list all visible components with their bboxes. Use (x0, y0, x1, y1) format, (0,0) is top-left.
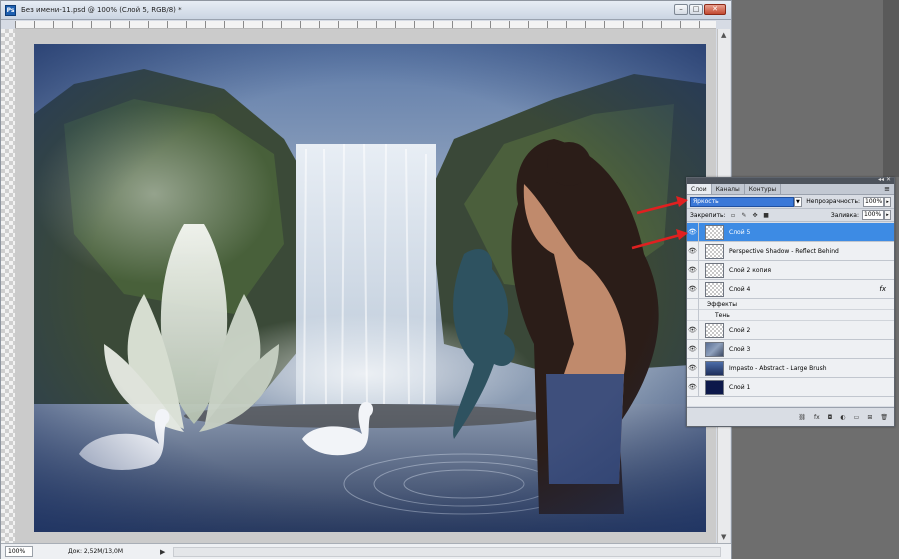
collapse-icon[interactable]: ◂◂ ✕ (878, 176, 891, 183)
layer-row[interactable]: 👁 Слой 2 копия (687, 260, 894, 280)
layer-name: Слой 2 копия (729, 266, 771, 274)
visibility-eye-icon[interactable]: 👁 (687, 260, 699, 280)
tab-layers[interactable]: Слои (687, 184, 712, 194)
maximize-icon: □ (692, 5, 700, 13)
add-style-icon[interactable]: fx (814, 414, 820, 421)
add-mask-icon[interactable]: ◘ (828, 414, 833, 421)
fill-slider-toggle[interactable]: ▸ (884, 210, 891, 220)
document-image[interactable] (34, 44, 706, 532)
adjustment-layer-icon[interactable]: ◐ (840, 414, 845, 421)
layer-thumbnail (705, 360, 724, 376)
status-menu-icon[interactable]: ▶ (160, 548, 165, 556)
effect-name: Тень (715, 311, 730, 319)
layers-panel-footer: ⛓ fx ◘ ◐ ▭ ⊞ 🗑 (687, 407, 894, 426)
minimize-button[interactable]: – (674, 4, 688, 15)
layer-row[interactable]: 👁 Слой 5 (687, 222, 894, 242)
layer-thumbnail (705, 341, 724, 357)
layer-row[interactable]: 👁 Слой 1 (687, 377, 894, 397)
delete-layer-icon[interactable]: 🗑 (880, 414, 888, 421)
layer-effects-icon[interactable]: fx (879, 285, 886, 293)
effects-row[interactable]: Эффекты (687, 298, 894, 310)
opacity-slider-toggle[interactable]: ▸ (884, 196, 891, 207)
visibility-eye-icon[interactable]: 👁 (687, 279, 699, 299)
visibility-eye-icon[interactable]: 👁 (687, 377, 699, 397)
close-button[interactable]: ✕ (704, 4, 726, 15)
visibility-eye-icon[interactable]: 👁 (687, 222, 699, 242)
layer-row[interactable]: 👁 Слой 2 (687, 320, 894, 340)
status-bar: 100% Док: 2,52M/13,0M ▶ (1, 543, 731, 559)
scroll-up-icon[interactable]: ▲ (721, 31, 726, 39)
document-titlebar[interactable]: Ps Без имени-11.psd @ 100% (Слой 5, RGB/… (1, 1, 731, 20)
document-title: Без имени-11.psd @ 100% (Слой 5, RGB/8) … (21, 6, 182, 14)
zoom-level-field[interactable]: 100% (5, 546, 33, 557)
layer-name: Слой 1 (729, 383, 751, 391)
fill-label: Заливка: (830, 211, 859, 219)
layer-name: Слой 4 (729, 285, 751, 293)
layer-name: Слой 2 (729, 326, 751, 334)
horizontal-scrollbar[interactable] (173, 547, 721, 557)
document-size-info: Док: 2,52M/13,0M (68, 548, 124, 555)
lock-transparency-icon[interactable]: ▫ (730, 212, 737, 219)
layers-list: 👁 Слой 5 👁 Perspective Shadow - Reflect … (687, 222, 894, 406)
layer-thumbnail (705, 224, 724, 240)
fantasy-waterfall-artwork (34, 44, 706, 532)
link-layers-icon[interactable]: ⛓ (798, 414, 806, 421)
document-window: Ps Без имени-11.psd @ 100% (Слой 5, RGB/… (0, 0, 732, 559)
lock-row: Закрепить: ▫ ✎ ✥ ■ Заливка: 100% ▸ (687, 209, 894, 222)
opacity-field[interactable]: 100% (863, 196, 885, 207)
lock-label: Закрепить: (690, 211, 726, 219)
layer-row[interactable]: 👁 Impasto - Abstract - Large Brush (687, 358, 894, 378)
layer-name: Слой 5 (729, 228, 751, 236)
lock-position-icon[interactable]: ✥ (752, 212, 759, 219)
vertical-ruler[interactable] (1, 29, 15, 543)
visibility-eye-icon[interactable]: 👁 (687, 358, 699, 378)
layers-panel: ◂◂ ✕ Слои Каналы Контуры ≡ Яркость ▼ Неп… (686, 176, 895, 427)
layer-row[interactable]: 👁 Слой 4 fx (687, 279, 894, 299)
lock-pixels-icon[interactable]: ✎ (741, 212, 748, 219)
layer-thumbnail (705, 379, 724, 395)
scroll-down-icon[interactable]: ▼ (721, 533, 726, 541)
minimize-icon: – (679, 5, 683, 13)
layer-thumbnail (705, 281, 724, 297)
fill-field[interactable]: 100% (862, 210, 884, 220)
layer-row[interactable]: 👁 Perspective Shadow - Reflect Behind (687, 241, 894, 261)
new-group-icon[interactable]: ▭ (854, 414, 860, 421)
maximize-button[interactable]: □ (689, 4, 703, 15)
layer-name: Perspective Shadow - Reflect Behind (729, 247, 839, 255)
lock-all-icon[interactable]: ■ (763, 212, 770, 219)
new-layer-icon[interactable]: ⊞ (867, 414, 872, 421)
layer-name: Impasto - Abstract - Large Brush (729, 364, 827, 372)
chevron-down-icon[interactable]: ▼ (793, 196, 803, 207)
tab-paths[interactable]: Контуры (745, 184, 782, 194)
visibility-eye-icon[interactable]: 👁 (687, 320, 699, 340)
opacity-label: Непрозрачность: (806, 198, 861, 205)
right-dock-area (883, 0, 899, 177)
blend-row: Яркость ▼ Непрозрачность: 100% ▸ (687, 195, 894, 209)
close-icon: ✕ (712, 5, 718, 13)
layer-row[interactable]: 👁 Слой 3 (687, 339, 894, 359)
layer-thumbnail (705, 243, 724, 259)
effect-item-row[interactable]: Тень (687, 309, 894, 321)
effects-label: Эффекты (707, 300, 737, 308)
blend-mode-select[interactable]: Яркость (690, 196, 794, 207)
visibility-eye-icon[interactable]: 👁 (687, 241, 699, 261)
panel-menu-icon[interactable]: ≡ (884, 184, 890, 195)
visibility-eye-icon[interactable]: 👁 (687, 339, 699, 359)
visibility-eye-icon[interactable] (687, 309, 699, 321)
panel-tabs: Слои Каналы Контуры ≡ (687, 184, 894, 195)
horizontal-ruler[interactable] (15, 21, 716, 29)
tab-channels[interactable]: Каналы (712, 184, 745, 194)
visibility-eye-icon[interactable] (687, 298, 699, 310)
photoshop-workspace: Ps Без имени-11.psd @ 100% (Слой 5, RGB/… (0, 0, 899, 559)
photoshop-app-icon: Ps (5, 4, 16, 16)
layer-thumbnail (705, 262, 724, 278)
layer-thumbnail (705, 322, 724, 338)
layer-name: Слой 3 (729, 345, 751, 353)
